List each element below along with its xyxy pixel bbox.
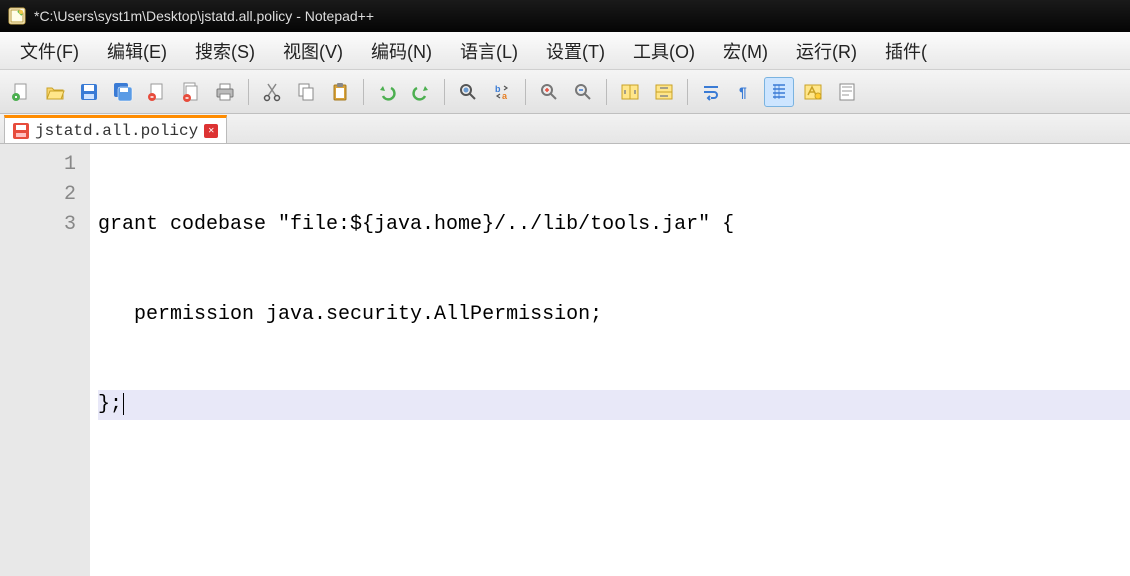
show-all-chars-icon[interactable]: ¶ <box>730 77 760 107</box>
print-icon[interactable] <box>210 77 240 107</box>
redo-icon[interactable] <box>406 77 436 107</box>
sync-v-icon[interactable] <box>615 77 645 107</box>
tabbar: jstatd.all.policy ✕ <box>0 114 1130 144</box>
separator-icon <box>363 79 364 105</box>
zoom-in-icon[interactable] <box>534 77 564 107</box>
svg-text:a: a <box>502 91 508 101</box>
menu-run[interactable]: 运行(R) <box>782 34 871 68</box>
svg-text:¶: ¶ <box>739 84 747 100</box>
code-line: }; <box>98 390 1130 420</box>
code-line: grant codebase "file:${java.home}/../lib… <box>98 210 1130 240</box>
toolbar: ba ¶ <box>0 70 1130 114</box>
close-file-icon[interactable] <box>142 77 172 107</box>
menu-language[interactable]: 语言(L) <box>446 34 532 68</box>
close-tab-icon[interactable]: ✕ <box>204 124 218 138</box>
file-tab[interactable]: jstatd.all.policy ✕ <box>4 115 227 143</box>
paste-icon[interactable] <box>325 77 355 107</box>
save-icon[interactable] <box>74 77 104 107</box>
menu-macro[interactable]: 宏(M) <box>709 34 782 68</box>
menu-encoding[interactable]: 编码(N) <box>357 34 446 68</box>
code-editor[interactable]: grant codebase "file:${java.home}/../lib… <box>90 144 1130 576</box>
menu-plugins[interactable]: 插件( <box>871 34 941 68</box>
find-icon[interactable] <box>453 77 483 107</box>
menu-edit[interactable]: 编辑(E) <box>93 34 181 68</box>
tab-label: jstatd.all.policy <box>35 122 198 140</box>
line-number: 1 <box>0 150 76 180</box>
cut-icon[interactable] <box>257 77 287 107</box>
code-line: permission java.security.AllPermission; <box>98 300 1130 330</box>
window-title: *C:\Users\syst1m\Desktop\jstatd.all.poli… <box>34 8 374 24</box>
menu-tools[interactable]: 工具(O) <box>619 34 709 68</box>
menu-settings[interactable]: 设置(T) <box>532 34 619 68</box>
separator-icon <box>606 79 607 105</box>
separator-icon <box>444 79 445 105</box>
save-all-icon[interactable] <box>108 77 138 107</box>
zoom-out-icon[interactable] <box>568 77 598 107</box>
app-icon <box>8 7 26 25</box>
line-number: 2 <box>0 180 76 210</box>
user-lang-icon[interactable] <box>798 77 828 107</box>
separator-icon <box>687 79 688 105</box>
titlebar: *C:\Users\syst1m\Desktop\jstatd.all.poli… <box>0 0 1130 32</box>
indent-guide-icon[interactable] <box>764 77 794 107</box>
replace-icon[interactable]: ba <box>487 77 517 107</box>
new-file-icon[interactable] <box>6 77 36 107</box>
open-file-icon[interactable] <box>40 77 70 107</box>
sync-h-icon[interactable] <box>649 77 679 107</box>
doc-map-icon[interactable] <box>832 77 862 107</box>
menu-search[interactable]: 搜索(S) <box>181 34 269 68</box>
line-number-gutter: 1 2 3 <box>0 144 90 576</box>
menubar: 文件(F) 编辑(E) 搜索(S) 视图(V) 编码(N) 语言(L) 设置(T… <box>0 32 1130 70</box>
menu-file[interactable]: 文件(F) <box>6 34 93 68</box>
undo-icon[interactable] <box>372 77 402 107</box>
text-caret <box>123 393 124 415</box>
wordwrap-icon[interactable] <box>696 77 726 107</box>
line-number: 3 <box>0 210 76 240</box>
copy-icon[interactable] <box>291 77 321 107</box>
svg-text:b: b <box>495 84 501 94</box>
close-all-icon[interactable] <box>176 77 206 107</box>
separator-icon <box>525 79 526 105</box>
unsaved-indicator-icon <box>13 123 29 139</box>
editor-area: 1 2 3 grant codebase "file:${java.home}/… <box>0 144 1130 576</box>
separator-icon <box>248 79 249 105</box>
menu-view[interactable]: 视图(V) <box>269 34 357 68</box>
